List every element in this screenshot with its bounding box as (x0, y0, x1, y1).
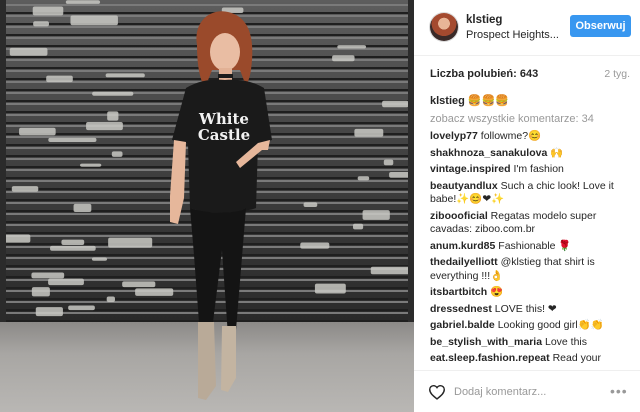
user-avatar[interactable] (430, 13, 458, 41)
woman-figure: White Castle (170, 11, 272, 400)
post-caption: klstieg 🍔🍔🍔 (430, 94, 630, 108)
comment-item: dressednest LOVE this! ❤ (430, 303, 630, 317)
comment-text: Read your (552, 352, 602, 364)
comment-text: Looking good girl👏👏 (497, 319, 604, 331)
comment-text: Fashionable 🌹 (498, 239, 572, 252)
caption-username[interactable]: klstieg (430, 95, 465, 107)
comment-item: itsbartbitch 😍 (430, 286, 630, 300)
comment-item: thedailyelliott @klstieg that shirt is e… (430, 256, 630, 283)
more-options-icon[interactable]: ••• (610, 384, 628, 398)
post-sidebar: klstieg Prospect Heights... Obserwuj Lic… (414, 0, 640, 412)
comment-username[interactable]: dressednest (430, 303, 492, 315)
comment-item: shakhnoza_sanakulova 🙌 (430, 147, 630, 161)
comment-item: beautyandlux Such a chic look! Love it b… (430, 180, 630, 207)
comment-username[interactable]: vintage.inspired (430, 163, 511, 175)
comment-item: be_stylish_with_maria Love this (430, 336, 630, 350)
comment-text: I'm fashion (513, 163, 564, 175)
comments-list: klstieg 🍔🍔🍔 zobacz wszystkie komentarze:… (430, 94, 630, 366)
follow-button[interactable]: Obserwuj (570, 15, 631, 37)
post-username[interactable]: klstieg (466, 14, 502, 26)
comment-username[interactable]: eat.sleep.fashion.repeat (430, 352, 550, 364)
comment-item: vintage.inspired I'm fashion (430, 163, 630, 177)
post-photo[interactable]: White Castle (0, 0, 414, 412)
likes-count[interactable]: Liczba polubień: 643 (430, 68, 538, 80)
comment-text: 😍 (490, 286, 504, 298)
caption-text: 🍔🍔🍔 (467, 95, 510, 107)
comment-username[interactable]: ziboooficial (430, 210, 488, 222)
shirt-print-line2: Castle (198, 126, 250, 144)
comment-item: eat.sleep.fashion.repeat Read your (430, 352, 630, 366)
comment-item: anum.kurd85 Fashionable 🌹 (430, 240, 630, 254)
post-header: klstieg Prospect Heights... Obserwuj (414, 0, 640, 56)
comment-bar: ••• (414, 370, 640, 412)
instagram-post-view: White Castle klstieg Prospect Heights...… (0, 0, 640, 412)
comment-username[interactable]: thedailyelliott (430, 256, 498, 268)
view-all-comments-link[interactable]: zobacz wszystkie komentarze: 34 (430, 112, 630, 126)
comment-username[interactable]: shakhnoza_sanakulova (430, 147, 547, 159)
comment-item: gabriel.balde Looking good girl👏👏 (430, 319, 630, 333)
comment-username[interactable]: itsbartbitch (430, 286, 487, 298)
comment-text: Love this (544, 335, 588, 348)
comment-username[interactable]: anum.kurd85 (430, 240, 495, 252)
comment-item: ziboooficial Regatas modelo super cavada… (430, 210, 630, 237)
post-timestamp[interactable]: 2 tyg. (604, 68, 630, 80)
comment-username[interactable]: gabriel.balde (430, 319, 495, 331)
likes-row: Liczba polubień: 643 2 tyg. (430, 68, 630, 82)
comment-items: lovelyp77 followme?😊 shakhnoza_sanakulova… (430, 130, 630, 366)
comment-item: lovelyp77 followme?😊 (430, 130, 630, 144)
post-location[interactable]: Prospect Heights... (466, 29, 559, 41)
comment-username[interactable]: lovelyp77 (430, 130, 478, 142)
comment-username[interactable]: beautyandlux (430, 180, 498, 192)
comment-username[interactable]: be_stylish_with_maria (430, 336, 542, 348)
heart-outline-icon[interactable] (428, 384, 446, 400)
comment-text: LOVE this! ❤ (494, 302, 557, 315)
comment-text: 🙌 (550, 146, 564, 159)
comment-text: followme?😊 (480, 130, 542, 142)
add-comment-input[interactable] (454, 383, 594, 401)
